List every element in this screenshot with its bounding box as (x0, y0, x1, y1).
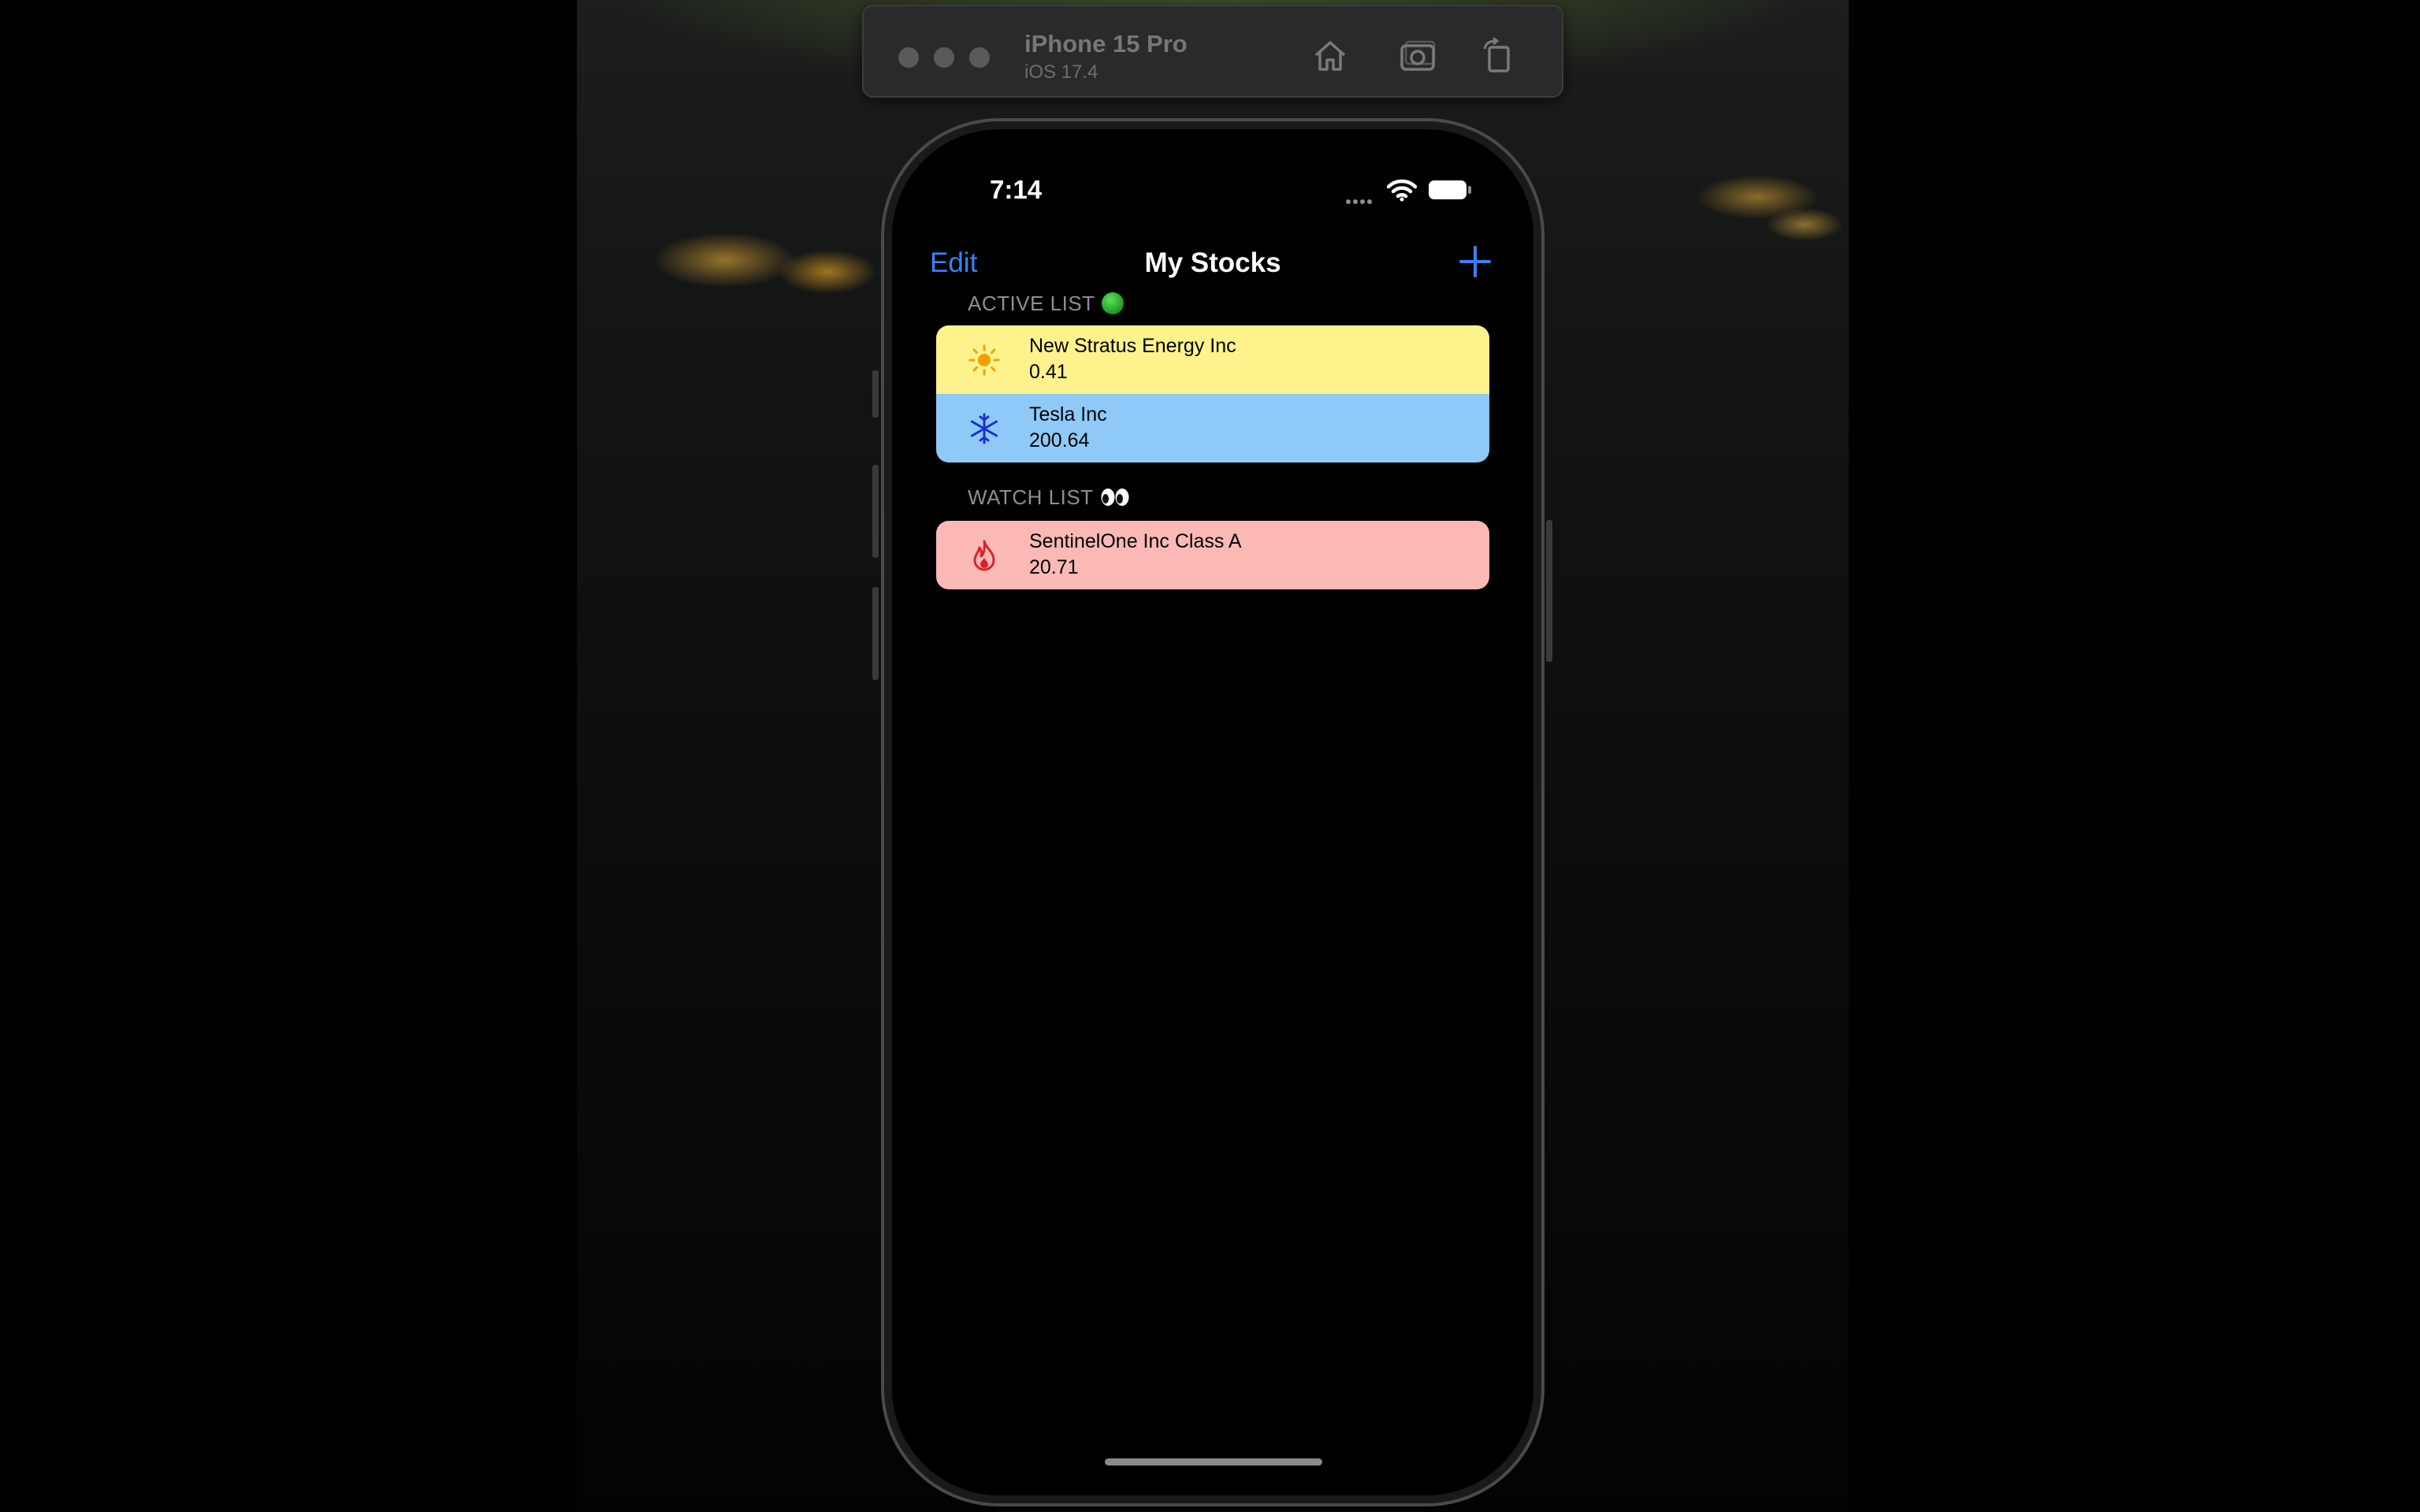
stock-name: New Stratus Energy Inc (1029, 335, 1236, 357)
power-button (1546, 520, 1552, 662)
snowflake-icon (968, 412, 1001, 445)
battery-icon (1428, 180, 1472, 200)
volume-down-button (872, 587, 879, 680)
page-title: My Stocks (1144, 247, 1281, 278)
rotate-icon[interactable] (1480, 36, 1518, 72)
window-minimize-button[interactable] (934, 47, 954, 68)
eyes-icon (1101, 489, 1129, 506)
iphone-screen: 7:14 My Stocks Edit ACTIVE LIST New Stra… (892, 129, 1533, 1495)
status-time: 7:14 (990, 175, 1043, 204)
active-list-group: New Stratus Energy Inc 0.41 Tesla Inc 20… (936, 325, 1489, 463)
plus-icon[interactable] (1458, 244, 1493, 279)
list-item[interactable]: New Stratus Energy Inc 0.41 (936, 325, 1489, 394)
stock-name: SentinelOne Inc Class A (1029, 530, 1242, 552)
os-version: iOS 17.4 (1024, 61, 1098, 83)
green-circle-icon (1101, 292, 1124, 314)
home-indicator[interactable] (1105, 1458, 1322, 1466)
edit-button[interactable]: Edit (930, 247, 977, 279)
stock-price: 0.41 (1029, 361, 1068, 383)
list-item[interactable]: SentinelOne Inc Class A 20.71 (936, 521, 1489, 589)
cellular-icon (1346, 194, 1377, 204)
section-header-active: ACTIVE LIST (968, 292, 1124, 316)
window-zoom-button[interactable] (969, 47, 990, 68)
volume-up-button (872, 465, 879, 558)
action-button (872, 370, 879, 418)
home-icon[interactable] (1311, 38, 1349, 72)
section-header-label: ACTIVE LIST (968, 292, 1095, 315)
list-item[interactable]: Tesla Inc 200.64 (936, 394, 1489, 463)
window-close-button[interactable] (898, 47, 919, 68)
watch-list-group: SentinelOne Inc Class A 20.71 (936, 521, 1489, 589)
screenshot-icon[interactable] (1400, 38, 1437, 72)
flame-icon (968, 539, 1001, 572)
stock-price: 20.71 (1029, 556, 1079, 578)
section-header-label: WATCH LIST (968, 485, 1094, 509)
device-name: iPhone 15 Pro (1024, 30, 1188, 58)
simulator-toolbar: iPhone 15 Pro iOS 17.4 (862, 5, 1563, 98)
wifi-icon (1386, 178, 1418, 202)
section-header-watch: WATCH LIST (968, 485, 1130, 510)
stock-name: Tesla Inc (1029, 403, 1107, 425)
sun-icon (968, 344, 1001, 377)
stock-price: 200.64 (1029, 429, 1090, 451)
